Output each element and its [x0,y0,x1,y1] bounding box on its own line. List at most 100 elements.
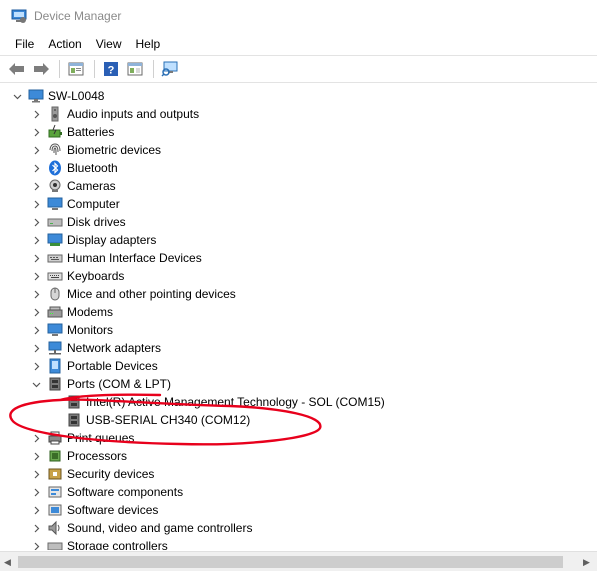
tree-root[interactable]: SW-L0048 [12,87,104,105]
category-label: Monitors [67,323,114,337]
tree-category[interactable]: Biometric devices [31,141,161,159]
category-label: Network adapters [67,341,162,355]
forward-button[interactable] [30,58,52,80]
chevron-right-icon[interactable] [31,177,41,195]
chevron-right-icon[interactable] [31,213,41,231]
scroll-right-icon[interactable]: ▶ [583,557,590,568]
portable-device-icon [47,358,63,374]
tree-category-ports[interactable]: Ports (COM & LPT) [31,375,171,393]
tree-category[interactable]: Mice and other pointing devices [31,285,236,303]
tree-category[interactable]: Audio inputs and outputs [31,105,199,123]
scan-hardware-button[interactable] [159,58,181,80]
menu-help[interactable]: Help [129,37,168,51]
port-icon [66,412,82,428]
tree-category[interactable]: Sound, video and game controllers [31,519,252,537]
tree-category[interactable]: Bluetooth [31,159,118,177]
chevron-right-icon[interactable] [31,123,41,141]
chevron-right-icon[interactable] [31,357,41,375]
tree-category[interactable]: Cameras [31,177,116,195]
horizontal-scrollbar[interactable]: ◀ ▶ [0,551,597,571]
mouse-icon [47,286,63,302]
menu-action[interactable]: Action [41,37,88,51]
software-device-icon [47,502,63,518]
chevron-right-icon[interactable] [31,195,41,213]
category-label: Storage controllers [67,539,168,550]
chevron-down-icon[interactable] [12,87,22,105]
show-hidden-button[interactable] [124,58,146,80]
toolbar: ? [0,55,597,83]
chevron-right-icon[interactable] [31,231,41,249]
port-icon [66,394,82,410]
security-device-icon [47,466,63,482]
tree-category[interactable]: Modems [31,303,113,321]
chevron-right-icon[interactable] [31,519,41,537]
tree-category[interactable]: Human Interface Devices [31,249,202,267]
menu-file[interactable]: File [8,37,41,51]
scan-hardware-icon [161,61,178,77]
tree-root-label: SW-L0048 [48,89,105,103]
network-adapter-icon [47,340,63,356]
chevron-right-icon[interactable] [31,465,41,483]
category-label: Ports (COM & LPT) [67,377,172,391]
back-button[interactable] [6,58,28,80]
category-label: Portable Devices [67,359,158,373]
category-label: Biometric devices [67,143,162,157]
fingerprint-icon [47,142,63,158]
tree-device[interactable]: Intel(R) Active Management Technology - … [60,393,385,411]
printer-icon [47,430,63,446]
tree-category[interactable]: Computer [31,195,120,213]
chevron-right-icon[interactable] [31,105,41,123]
category-label: Sound, video and game controllers [67,521,253,535]
menu-view[interactable]: View [89,37,129,51]
chevron-right-icon[interactable] [31,285,41,303]
chevron-right-icon[interactable] [31,339,41,357]
computer-icon [28,88,44,104]
tree-category[interactable]: Display adapters [31,231,156,249]
category-label: Computer [67,197,120,211]
help-button[interactable]: ? [100,58,122,80]
category-label: Software components [67,485,184,499]
tree-device[interactable]: USB-SERIAL CH340 (COM12) [60,411,250,429]
tree-category[interactable]: Storage controllers [31,537,168,550]
device-label: USB-SERIAL CH340 (COM12) [86,413,251,427]
properties-button[interactable] [65,58,87,80]
chevron-right-icon[interactable] [31,303,41,321]
chevron-right-icon[interactable] [31,501,41,519]
hid-icon [47,250,63,266]
toolbar-separator [94,60,95,78]
chevron-right-icon[interactable] [31,483,41,501]
tree-category[interactable]: Print queues [31,429,134,447]
tree-category[interactable]: Software components [31,483,183,501]
tree-category[interactable]: Keyboards [31,267,124,285]
scrollbar-thumb[interactable] [18,556,563,568]
tree-category[interactable]: Software devices [31,501,158,519]
tree-category[interactable]: Portable Devices [31,357,158,375]
chevron-right-icon[interactable] [31,267,41,285]
tree-category[interactable]: Processors [31,447,127,465]
sound-icon [47,520,63,536]
device-manager-icon [11,9,27,23]
category-label: Keyboards [67,269,125,283]
scroll-left-icon[interactable]: ◀ [4,557,11,568]
chevron-right-icon[interactable] [31,447,41,465]
chevron-right-icon[interactable] [31,429,41,447]
chevron-right-icon[interactable] [31,159,41,177]
menu-bar: File Action View Help [0,33,597,54]
chevron-right-icon[interactable] [31,321,41,339]
chevron-down-icon[interactable] [31,375,41,393]
back-icon [9,63,24,75]
chevron-right-icon[interactable] [31,537,41,550]
category-label: Modems [67,305,114,319]
tree-category[interactable]: Security devices [31,465,154,483]
device-tree[interactable]: SW-L0048 Audio inputs and outputs Batter… [0,85,597,550]
chevron-right-icon[interactable] [31,249,41,267]
tree-category[interactable]: Network adapters [31,339,161,357]
monitor-icon [47,196,63,212]
chevron-right-icon[interactable] [31,141,41,159]
software-component-icon [47,484,63,500]
category-label: Cameras [67,179,116,193]
properties-icon [68,62,84,76]
tree-category[interactable]: Batteries [31,123,114,141]
tree-category[interactable]: Disk drives [31,213,126,231]
tree-category[interactable]: Monitors [31,321,113,339]
